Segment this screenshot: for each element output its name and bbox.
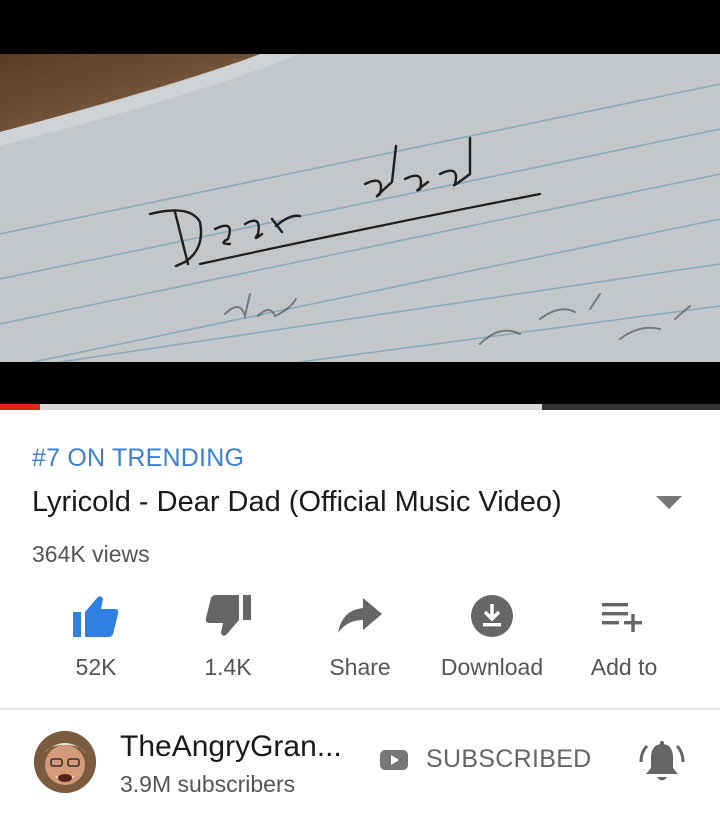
subscribed-button[interactable]: SUBSCRIBED xyxy=(380,745,592,774)
view-count: 364K views xyxy=(32,541,150,567)
section-divider xyxy=(0,708,720,710)
download-button[interactable]: Download xyxy=(426,592,558,688)
dislike-button[interactable]: 1.4K xyxy=(162,592,294,688)
video-frame[interactable] xyxy=(0,54,720,362)
like-count: 52K xyxy=(75,654,117,680)
thumbs-up-icon xyxy=(72,592,120,640)
expand-description-icon[interactable] xyxy=(656,496,682,509)
trending-badge[interactable]: #7 ON TRENDING xyxy=(32,444,244,473)
add-to-playlist-button[interactable]: Add to xyxy=(558,592,690,688)
action-bar: 52K 1.4K Share Download Add to xyxy=(30,592,690,688)
progress-played xyxy=(0,404,40,410)
thumbs-down-icon xyxy=(204,592,252,640)
share-button[interactable]: Share xyxy=(294,592,426,688)
youtube-logo-icon xyxy=(380,749,408,770)
video-progress-bar[interactable] xyxy=(0,404,720,410)
subscribed-label: SUBSCRIBED xyxy=(426,745,592,773)
channel-name[interactable]: TheAngryGran... xyxy=(120,730,342,764)
channel-avatar[interactable] xyxy=(34,731,96,793)
dislike-count: 1.4K xyxy=(204,654,252,680)
video-frame-image xyxy=(0,54,720,362)
progress-buffered xyxy=(542,404,720,410)
subscriber-count: 3.9M subscribers xyxy=(120,771,296,797)
notification-bell-icon[interactable] xyxy=(638,740,686,786)
like-button[interactable]: 52K xyxy=(30,592,162,688)
download-icon xyxy=(468,592,516,640)
share-label: Share xyxy=(329,654,391,680)
playlist-add-icon xyxy=(600,592,648,640)
download-label: Download xyxy=(440,654,544,680)
video-player[interactable] xyxy=(0,0,720,404)
share-icon xyxy=(336,592,384,640)
add-to-label: Add to xyxy=(590,654,658,680)
video-title: Lyricold - Dear Dad (Official Music Vide… xyxy=(32,486,562,518)
